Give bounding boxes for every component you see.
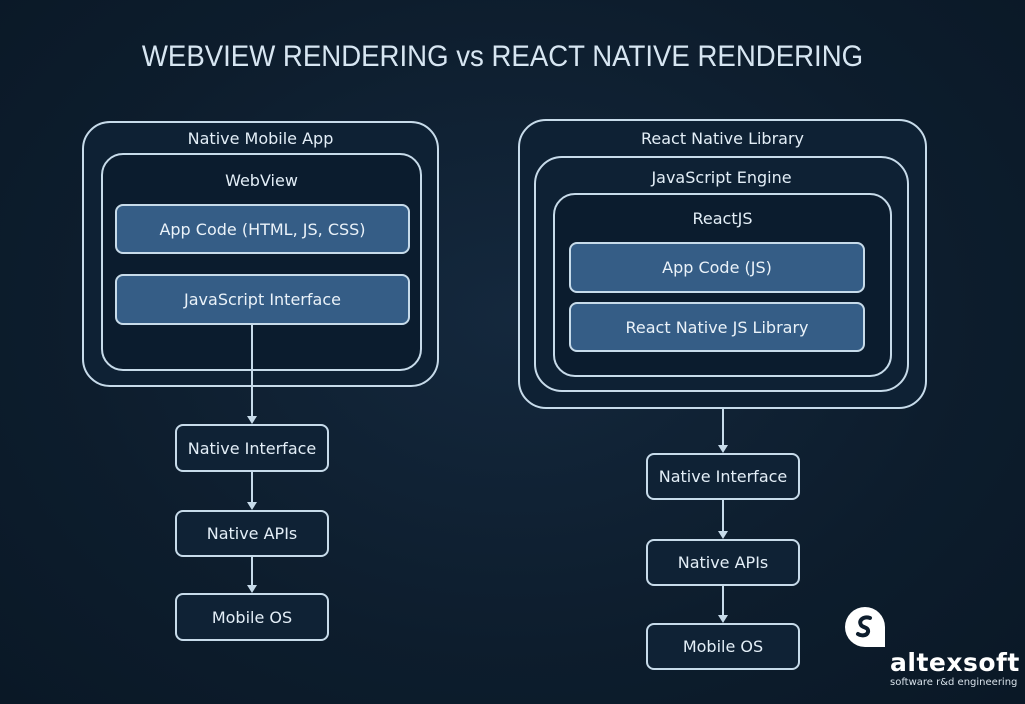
connector-line [251,325,253,417]
webview-container: WebView [101,153,422,371]
arrow-down-icon [247,585,257,593]
left-native-apis-node: Native APIs [175,510,329,557]
connector-line [722,409,724,446]
reactjs-label: ReactJS [692,209,753,228]
app-code-js-block: App Code (JS) [569,242,865,293]
diagram-title: WEBVIEW RENDERING vs REACT NATIVE RENDER… [141,40,864,73]
webview-label: WebView [225,171,298,190]
native-mobile-app-label: Native Mobile App [187,129,334,148]
connector-line [251,472,253,502]
right-native-interface-node: Native Interface [646,453,800,500]
brand-tagline: software r&d engineering [890,677,1018,688]
right-mobile-os-node: Mobile OS [646,623,800,670]
left-mobile-os-node: Mobile OS [175,593,329,641]
connector-line [722,500,724,531]
connector-line [251,557,253,585]
left-native-interface-node: Native Interface [175,424,329,472]
arrow-down-icon [718,531,728,539]
app-code-html-js-css-block: App Code (HTML, JS, CSS) [115,204,410,254]
arrow-down-icon [718,445,728,453]
connector-line [722,586,724,616]
javascript-interface-block: JavaScript Interface [115,274,410,325]
altexsoft-logo-icon [845,607,885,647]
brand-name: altexsoft [890,648,1020,677]
right-native-apis-node: Native APIs [646,539,800,586]
react-native-library-label: React Native Library [640,129,805,148]
arrow-down-icon [718,615,728,623]
javascript-engine-label: JavaScript Engine [651,168,792,187]
arrow-down-icon [247,416,257,424]
react-native-js-library-block: React Native JS Library [569,302,865,352]
arrow-down-icon [247,502,257,510]
